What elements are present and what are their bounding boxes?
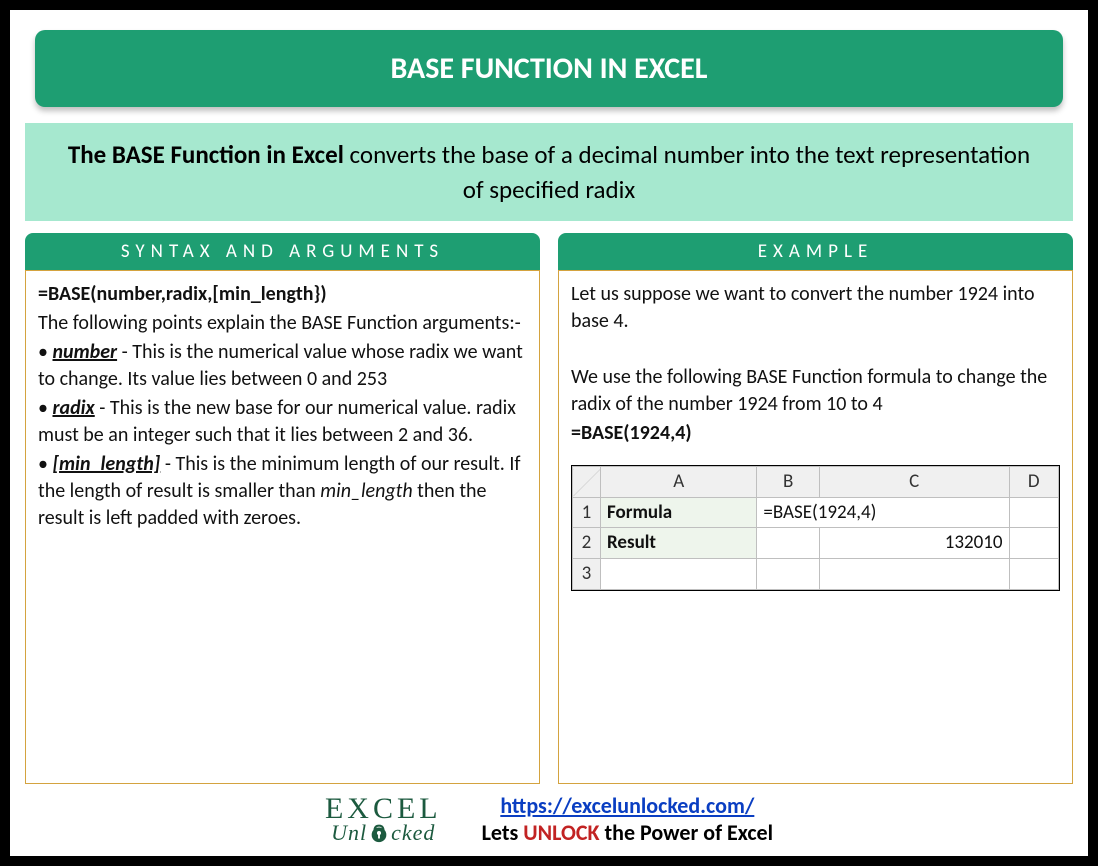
example-body: Let us suppose we want to convert the nu… [558,270,1073,784]
row-num-3: 3 [573,558,601,589]
col-D: D [1009,467,1058,498]
tagline-post: the Power of Excel [600,819,773,846]
syntax-intro: The following points explain the BASE Fu… [38,310,527,337]
example-p2: We use the following BASE Function formu… [571,364,1060,418]
syntax-body: =BASE(number,radix,[min_length}) The fol… [25,270,540,784]
lock-icon [368,822,390,844]
syntax-arg-number: • number - This is the numerical value w… [38,339,527,393]
arg-name-radix: radix [52,396,94,420]
description-bar: The BASE Function in Excel converts the … [25,123,1073,221]
table-row: 3 [573,558,1059,589]
table-header-row: A B C D [573,467,1059,498]
cell-A1: Formula [601,497,757,528]
arg-name-number: number [52,340,117,364]
footer-text: https://excelunlocked.com/ Lets UNLOCK t… [482,792,773,846]
syntax-column: SYNTAX AND ARGUMENTS =BASE(number,radix,… [25,233,540,784]
content-columns: SYNTAX AND ARGUMENTS =BASE(number,radix,… [25,233,1073,784]
cell-C3 [819,558,1009,589]
cell-B3 [757,558,820,589]
brand-logo: EXCEL Unl cked [325,795,442,844]
example-column: EXAMPLE Let us suppose we want to conver… [558,233,1073,784]
logo-top: EXCEL [325,795,442,822]
arg-name-minlength: [min_length] [52,452,160,476]
arg-text-radix: - This is the new base for our numerical… [38,396,516,447]
table-row: 1 Formula =BASE(1924,4) [573,497,1059,528]
row-num-2: 2 [573,528,601,559]
col-C: C [819,467,1009,498]
tagline-unlock: UNLOCK [523,819,599,846]
cell-A2: Result [601,528,757,559]
footer-link[interactable]: https://excelunlocked.com/ [500,792,754,819]
table-corner [573,467,601,498]
col-B: B [757,467,820,498]
page-title: BASE FUNCTION IN EXCEL [35,30,1063,107]
example-p1: Let us suppose we want to convert the nu… [571,281,1060,335]
syntax-header: SYNTAX AND ARGUMENTS [25,233,540,270]
col-A: A [601,467,757,498]
cell-C2: 132010 [819,528,1009,559]
syntax-arg-minlength: • [min_length] - This is the minimum len… [38,451,527,532]
cell-A3 [601,558,757,589]
syntax-formula: =BASE(number,radix,[min_length}) [38,281,527,308]
row-num-1: 1 [573,497,601,528]
tagline-pre: Lets [482,819,524,846]
logo-bottom-pre: Unl [331,823,367,843]
logo-bottom: Unl cked [331,822,435,844]
cell-B1: =BASE(1924,4) [757,497,1009,528]
cell-D2 [1009,528,1058,559]
description-text: converts the base of a decimal number in… [344,139,1030,205]
description-bold: The BASE Function in Excel [68,139,344,170]
arg-ital-minlength: min_length [320,479,412,503]
example-formula: =BASE(1924,4) [571,420,1060,447]
cell-D3 [1009,558,1058,589]
syntax-arg-radix: • radix - This is the new base for our n… [38,395,527,449]
cell-B2 [757,528,820,559]
table-row: 2 Result 132010 [573,528,1059,559]
footer: EXCEL Unl cked https://excelunlocked.com… [25,784,1073,846]
example-header: EXAMPLE [558,233,1073,270]
logo-bottom-post: cked [391,823,435,843]
example-excel-table: A B C D 1 Formula =BASE(1924,4) [571,465,1060,591]
cell-D1 [1009,497,1058,528]
